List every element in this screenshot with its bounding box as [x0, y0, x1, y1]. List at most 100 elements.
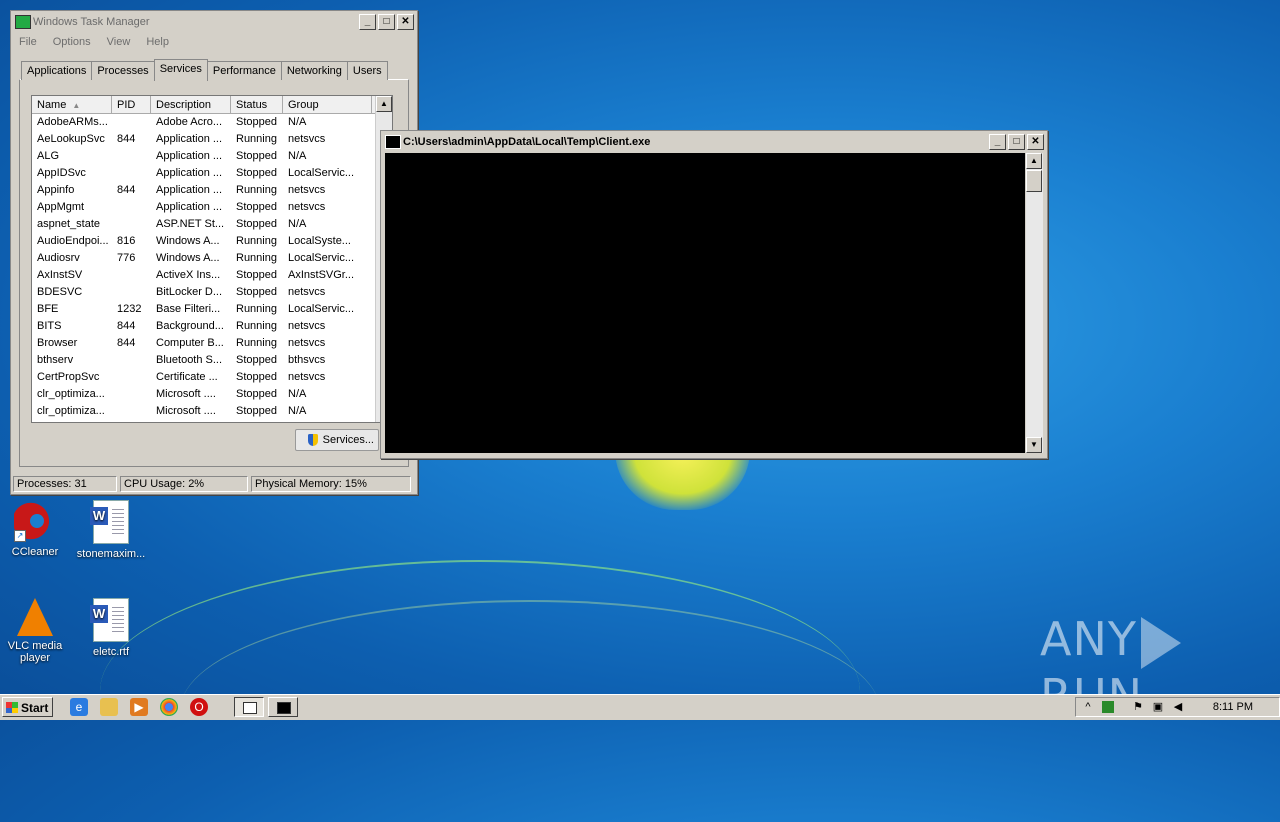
menu-view[interactable]: View [107, 33, 131, 51]
cell-group: AxInstSVGr... [288, 269, 355, 281]
action-center-flag-icon[interactable]: ⚑ [1132, 701, 1144, 713]
column-header-group[interactable]: Group [283, 96, 372, 113]
table-row[interactable]: AeLookupSvc 844 Application ... Running nets… [32, 131, 392, 148]
desktop-icon-vlc[interactable]: VLC media player [0, 598, 70, 664]
tab-processes[interactable]: Processes [91, 61, 155, 80]
table-row[interactable]: Browser 844 Computer B... Running netsvcs [32, 335, 392, 352]
table-row[interactable]: BFE 1232 Base Filteri... Running LocalServic… [32, 301, 392, 318]
table-row[interactable]: Audiosrv 776 Windows A... Running LocalServi… [32, 250, 392, 267]
cell-description: Microsoft .... [156, 388, 216, 400]
column-header-status[interactable]: Status [231, 96, 283, 113]
clock[interactable]: 8:11 PM [1213, 698, 1253, 716]
menu-file[interactable]: File [19, 33, 37, 51]
table-row[interactable]: AppIDSvc Application ... Stopped LocalServi… [32, 165, 392, 182]
cell-status: Running [236, 184, 277, 196]
table-row[interactable]: clr_optimiza... Microsoft .... Stopped N/A [32, 386, 392, 403]
desktop-icon-ccleaner[interactable]: ↗ CCleaner [0, 500, 70, 558]
column-header-pid[interactable]: PID [112, 96, 151, 113]
start-button[interactable]: Start [2, 697, 53, 717]
list-header: Name ▲ PID Description Status Group [32, 96, 392, 114]
table-row[interactable]: AdobeARMs... Adobe Acro... Stopped N/A [32, 114, 392, 131]
cell-description: Windows A... [156, 252, 220, 264]
chrome-icon[interactable] [160, 698, 178, 716]
cell-pid: 1232 [117, 303, 142, 315]
services-list[interactable]: Name ▲ PID Description Status Group Adobe… [31, 95, 393, 423]
table-row[interactable]: Appinfo 844 Application ... Running netsvcs [32, 182, 392, 199]
taskbar-console[interactable] [268, 697, 298, 717]
cell-status: Stopped [236, 150, 277, 162]
cell-pid [112, 216, 151, 233]
explorer-folder-icon[interactable] [100, 698, 118, 716]
cell-name: AdobeARMs... [37, 116, 108, 128]
close-button[interactable]: ✕ [397, 14, 414, 30]
desktop-icon-label: eletc.rtf [92, 646, 130, 658]
console-titlebar[interactable]: C:\Users\admin\AppData\Local\Temp\Client… [381, 131, 1047, 153]
services-button[interactable]: Services... [295, 429, 379, 451]
opera-icon[interactable]: O [190, 698, 208, 716]
cell-description: Adobe Acro... [156, 116, 223, 128]
scroll-up-button[interactable]: ▲ [1026, 153, 1042, 169]
console-scrollbar[interactable]: ▲ ▼ [1026, 153, 1043, 453]
cell-name: AxInstSV [37, 269, 83, 281]
tab-performance[interactable]: Performance [206, 61, 282, 80]
cell-pid: 844 [117, 133, 136, 145]
cell-group: N/A [288, 116, 307, 128]
console-output[interactable] [385, 153, 1025, 453]
cell-description: Background... [156, 320, 224, 332]
desktop-icon-stonemaxim[interactable]: stonemaxim... [76, 500, 146, 560]
desktop-icon-eletc[interactable]: eletc.rtf [76, 598, 146, 658]
tab-applications[interactable]: Applications [21, 61, 93, 80]
column-header-name[interactable]: Name ▲ [32, 96, 112, 113]
media-player-icon[interactable]: ▶ [130, 698, 148, 716]
tab-services[interactable]: Services [153, 59, 208, 81]
table-row[interactable]: AudioEndpoi... 816 Windows A... Running Loca… [32, 233, 392, 250]
ccleaner-icon: ↗ [14, 500, 56, 542]
cell-pid [112, 165, 151, 182]
column-header-description[interactable]: Description [151, 96, 231, 113]
menu-options[interactable]: Options [53, 33, 91, 51]
cell-name: BFE [37, 303, 59, 315]
table-row[interactable]: bthserv Bluetooth S... Stopped bthsvcs [32, 352, 392, 369]
cell-status: Running [236, 320, 277, 332]
cell-pid: 816 [117, 235, 136, 247]
cell-pid: 844 [117, 337, 136, 349]
close-button[interactable]: ✕ [1027, 134, 1044, 150]
scroll-down-button[interactable]: ▼ [1026, 437, 1042, 453]
cell-group: netsvcs [288, 337, 326, 349]
tab-users[interactable]: Users [346, 61, 388, 80]
taskbar-task-manager[interactable] [234, 697, 264, 717]
internet-explorer-icon[interactable]: e [70, 698, 88, 716]
table-row[interactable]: clr_optimiza... Microsoft .... Stopped N/A [32, 403, 392, 420]
tab-networking[interactable]: Networking [280, 61, 348, 80]
word-document-icon [90, 500, 129, 544]
table-row[interactable]: BDESVC BitLocker D... Stopped netsvcs [32, 284, 392, 301]
maximize-button[interactable]: □ [378, 14, 395, 30]
task-manager-titlebar[interactable]: Windows Task Manager _ □ ✕ [11, 11, 417, 33]
cell-description: Application ... [156, 133, 223, 145]
console-window: C:\Users\admin\AppData\Local\Temp\Client… [380, 130, 1048, 459]
cell-group: netsvcs [288, 133, 326, 145]
scroll-up-button[interactable]: ▲ [376, 96, 392, 112]
cell-pid [112, 267, 151, 284]
table-row[interactable]: aspnet_state ASP.NET St... Stopped N/A [32, 216, 392, 233]
cell-description: Bluetooth S... [156, 354, 223, 366]
network-activity-icon[interactable] [1102, 701, 1114, 713]
table-row[interactable]: AppMgmt Application ... Stopped netsvcs [32, 199, 392, 216]
scroll-thumb[interactable] [1026, 170, 1042, 192]
services-button-label: Services... [322, 434, 374, 446]
table-row[interactable]: AxInstSV ActiveX Ins... Stopped AxInstSVGr.… [32, 267, 392, 284]
cell-description: Base Filteri... [156, 303, 221, 315]
volume-icon[interactable]: ◀ [1172, 701, 1184, 713]
cell-status: Running [236, 303, 277, 315]
table-row[interactable]: BITS 844 Background... Running netsvcs [32, 318, 392, 335]
menu-help[interactable]: Help [146, 33, 169, 51]
cell-status: Stopped [236, 388, 277, 400]
show-hidden-icons-chevron-icon[interactable]: ^ [1082, 701, 1094, 713]
minimize-button[interactable]: _ [989, 134, 1006, 150]
minimize-button[interactable]: _ [359, 14, 376, 30]
cell-name: AppMgmt [37, 201, 85, 213]
table-row[interactable]: ALG Application ... Stopped N/A [32, 148, 392, 165]
network-icon[interactable]: ▣ [1152, 701, 1164, 713]
table-row[interactable]: CertPropSvc Certificate ... Stopped netsvcs [32, 369, 392, 386]
maximize-button[interactable]: □ [1008, 134, 1025, 150]
